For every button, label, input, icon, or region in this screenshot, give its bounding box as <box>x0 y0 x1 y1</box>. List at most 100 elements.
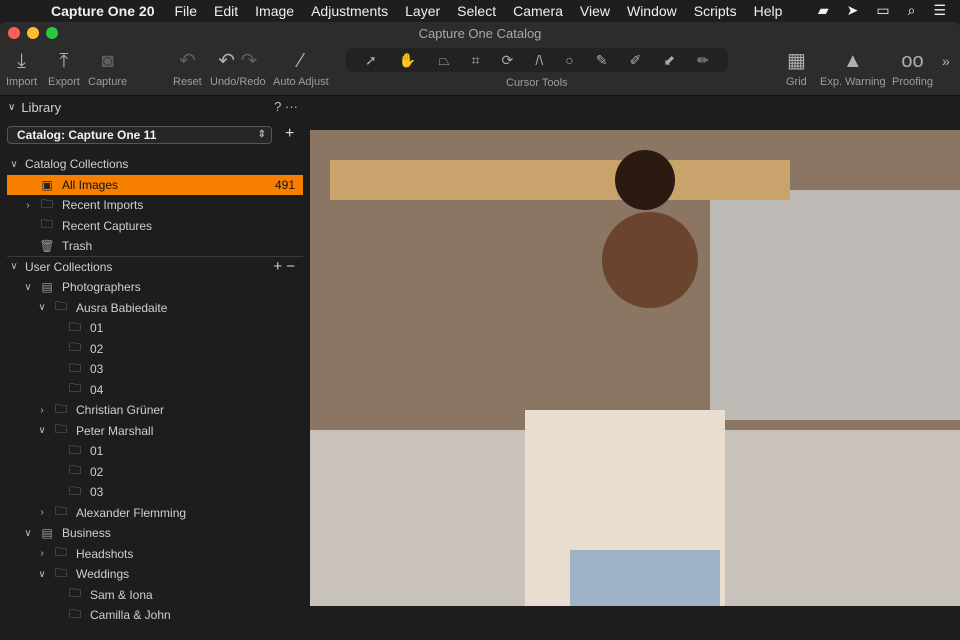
tree-item-label: Peter Marshall <box>76 423 154 438</box>
tree-item-label: Recent Captures <box>62 218 153 233</box>
tree-item[interactable]: › 🗀 Christian Grüner <box>7 400 303 420</box>
add-remove-collection-buttons[interactable]: + − <box>273 258 295 275</box>
proofing-button[interactable]: oo Proofing <box>892 46 933 88</box>
chevron-right-icon[interactable]: › <box>36 507 48 518</box>
exp-warning-button[interactable]: ▲ Exp. Warning <box>820 46 886 88</box>
tree-item[interactable]: 🗀 04 <box>7 380 303 400</box>
list-icon[interactable]: ☰ <box>933 2 946 19</box>
warning-icon: ▲ <box>842 50 863 72</box>
tree-item[interactable]: 🗀 Camilla & John <box>7 605 303 625</box>
tree-item[interactable]: 🗑 Trash <box>7 236 303 256</box>
tree-item-label: Trash <box>62 239 93 253</box>
tree-item[interactable]: ∨ 🗀 Peter Marshall <box>7 421 303 441</box>
folder-icon: 🗀 <box>40 217 53 231</box>
menu-edit[interactable]: Edit <box>214 3 238 19</box>
picker-icon[interactable]: ✐ <box>630 52 642 69</box>
folder-icon: 🗀 <box>68 586 81 600</box>
auto-adjust-button[interactable]: ⁄ Auto Adjust <box>273 46 329 88</box>
import-icon: ⤓ <box>17 50 27 72</box>
menu-file[interactable]: File <box>174 3 197 19</box>
tree-item[interactable]: 🗀 01 <box>7 441 303 461</box>
undo-redo-label: Undo/Redo <box>210 76 266 88</box>
tree-item[interactable]: 🗀 03 <box>7 359 303 379</box>
chevron-down-icon[interactable]: ∨ <box>36 425 48 436</box>
tree-item-label: Sam & Iona <box>90 587 153 602</box>
grid-button[interactable]: ▦ Grid <box>786 46 807 88</box>
tree-item[interactable]: ▣ All Images 491 <box>7 174 303 195</box>
menu-help[interactable]: Help <box>754 3 783 19</box>
trash-icon: 🗑 <box>39 239 55 253</box>
folder-icon: 🗀 <box>68 442 81 457</box>
spot-removal-icon[interactable]: ○ <box>565 52 573 68</box>
screens-icon[interactable]: ▭ <box>876 2 889 19</box>
menu-image[interactable]: Image <box>255 3 294 19</box>
import-button[interactable]: ⤓ Import <box>6 46 37 88</box>
image-viewer[interactable] <box>310 130 960 606</box>
tree-item-label: 04 <box>90 382 104 397</box>
tree-item[interactable]: › 🗀 Headshots <box>7 544 303 564</box>
tree-item[interactable]: 🗀 Sam & Iona <box>7 585 303 605</box>
section-header[interactable]: ∨ Catalog Collections <box>7 154 303 174</box>
rotate-icon[interactable]: ⟳ <box>502 52 514 69</box>
chevron-down-icon[interactable]: ∨ <box>36 302 48 313</box>
cast-icon[interactable]: ➤ <box>847 2 859 19</box>
capture-button[interactable]: ◙ Capture <box>88 46 127 88</box>
menu-view[interactable]: View <box>580 3 610 19</box>
folder-icon: 🗀 <box>54 401 67 416</box>
chevron-down-icon[interactable]: ∨ <box>22 282 34 293</box>
display-icon[interactable]: ▰ <box>818 2 829 19</box>
library-header[interactable]: ∨ Library ? ··· <box>0 96 308 118</box>
catalog-select[interactable]: Catalog: Capture One 11 ⇕ <box>7 126 272 144</box>
chevron-down-icon[interactable]: ∨ <box>8 261 20 272</box>
carousel-roof <box>330 160 790 200</box>
magic-wand-icon: ⁄ <box>299 50 303 72</box>
library-title: Library <box>21 99 62 115</box>
section-header[interactable]: ∨ User Collections + − <box>7 257 303 277</box>
tree-item[interactable]: ∨ ▤ Business <box>7 523 303 543</box>
help-button[interactable]: ? <box>274 99 281 114</box>
menu-adjustments[interactable]: Adjustments <box>311 3 388 19</box>
tree-item-label: 02 <box>90 341 104 356</box>
chevron-right-icon[interactable]: › <box>36 548 48 559</box>
menu-layer[interactable]: Layer <box>405 3 440 19</box>
chevron-down-icon[interactable]: ∨ <box>22 528 34 539</box>
tree-item[interactable]: ∨ 🗀 Ausra Babiedaite <box>7 298 303 318</box>
chevron-down-icon[interactable]: ∨ <box>8 159 20 170</box>
search-icon[interactable]: ⌕ <box>908 2 916 19</box>
chevron-down-icon[interactable]: ∨ <box>36 569 48 580</box>
tree-item[interactable]: › 🗀 Recent Imports <box>7 195 303 215</box>
chevron-right-icon[interactable]: › <box>36 405 48 416</box>
reset-button[interactable]: ↶ Reset <box>173 46 202 88</box>
brush-icon[interactable]: ✎ <box>596 52 608 69</box>
more-tools-button[interactable]: » <box>942 46 950 76</box>
export-button[interactable]: ⤒ Export <box>48 46 80 88</box>
add-catalog-button[interactable]: + <box>285 125 294 143</box>
menu-camera[interactable]: Camera <box>513 3 563 19</box>
undo-redo-button[interactable]: ↶ ↷ Undo/Redo <box>210 46 266 88</box>
select-cursor-icon[interactable]: ➚ <box>365 52 377 69</box>
keystone-icon[interactable]: ⏢ <box>438 52 449 69</box>
pan-hand-icon[interactable]: ✋ <box>399 52 416 69</box>
folder-icon: 🗀 <box>68 319 81 334</box>
crop-icon[interactable]: ⌗ <box>472 52 480 69</box>
straighten-icon[interactable]: /\ <box>535 52 543 68</box>
tree-item[interactable]: 🗀 01 <box>7 318 303 338</box>
tree-item[interactable]: 🗀 02 <box>7 339 303 359</box>
menu-app-name[interactable]: Capture One 20 <box>51 3 154 19</box>
tree-item[interactable]: › 🗀 Alexander Flemming <box>7 503 303 523</box>
gradient-icon[interactable]: ⬋ <box>663 52 675 69</box>
tree-item-label: Catalog Collections <box>25 157 129 171</box>
menu-select[interactable]: Select <box>457 3 496 19</box>
menu-scripts[interactable]: Scripts <box>694 3 737 19</box>
tree-item[interactable]: ∨ ▤ Photographers <box>7 277 303 297</box>
chevron-right-icon[interactable]: › <box>22 200 34 211</box>
tree-item-label: User Collections <box>25 259 113 274</box>
tree-item[interactable]: ∨ 🗀 Weddings <box>7 564 303 584</box>
menu-window[interactable]: Window <box>627 3 677 19</box>
tree-item[interactable]: 🗀 03 <box>7 482 303 502</box>
more-button[interactable]: ··· <box>285 99 298 114</box>
tree-item[interactable]: 🗀 Recent Captures <box>7 216 303 236</box>
eraser-icon[interactable]: ✏ <box>697 52 709 69</box>
tree-item-label: Headshots <box>76 546 134 561</box>
tree-item[interactable]: 🗀 02 <box>7 462 303 482</box>
